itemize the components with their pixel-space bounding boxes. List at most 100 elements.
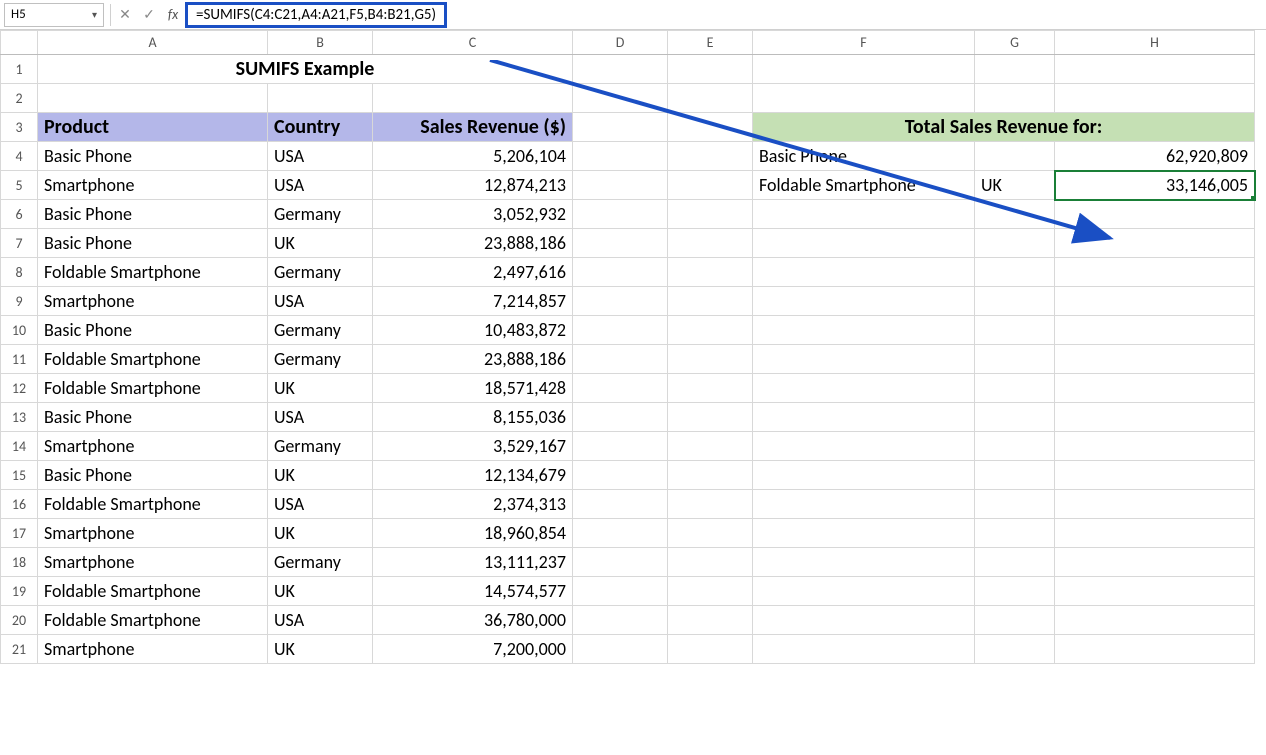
data-product[interactable]: Foldable Smartphone	[38, 577, 268, 606]
cell[interactable]	[668, 490, 753, 519]
summary-product[interactable]: Basic Phone	[753, 142, 975, 171]
cell[interactable]	[975, 374, 1055, 403]
data-product[interactable]: Basic Phone	[38, 229, 268, 258]
fx-icon[interactable]: fx	[161, 3, 185, 27]
cell[interactable]	[573, 548, 668, 577]
data-country[interactable]: UK	[268, 635, 373, 664]
data-country[interactable]: Germany	[268, 345, 373, 374]
spreadsheet-grid[interactable]: ABCDEFGH 1SUMIFS Example23ProductCountry…	[0, 30, 1255, 664]
data-revenue[interactable]: 2,374,313	[373, 490, 573, 519]
cell[interactable]	[668, 287, 753, 316]
cell[interactable]	[668, 171, 753, 200]
cell[interactable]	[753, 548, 975, 577]
row-header[interactable]: 2	[1, 84, 38, 113]
row-header[interactable]: 19	[1, 577, 38, 606]
cell[interactable]	[573, 577, 668, 606]
cell[interactable]	[1055, 461, 1255, 490]
cell[interactable]	[668, 84, 753, 113]
cell[interactable]	[573, 113, 668, 142]
cell[interactable]	[753, 519, 975, 548]
cell[interactable]	[1055, 606, 1255, 635]
summary-product[interactable]: Foldable Smartphone	[753, 171, 975, 200]
data-country[interactable]: UK	[268, 374, 373, 403]
cell[interactable]	[753, 635, 975, 664]
name-box[interactable]: H5 ▾	[4, 3, 104, 27]
column-header[interactable]: A	[38, 31, 268, 55]
cell[interactable]	[668, 345, 753, 374]
cell[interactable]	[975, 606, 1055, 635]
cell[interactable]	[975, 55, 1055, 84]
data-country[interactable]: Germany	[268, 258, 373, 287]
chevron-down-icon[interactable]: ▾	[92, 8, 97, 21]
cell[interactable]	[975, 548, 1055, 577]
cell[interactable]	[668, 258, 753, 287]
cell[interactable]	[975, 577, 1055, 606]
data-product[interactable]: Basic Phone	[38, 316, 268, 345]
data-revenue[interactable]: 14,574,577	[373, 577, 573, 606]
column-header[interactable]: H	[1055, 31, 1255, 55]
cancel-formula-button[interactable]: ✕	[113, 3, 137, 27]
data-product[interactable]: Foldable Smartphone	[38, 490, 268, 519]
formula-input[interactable]: =SUMIFS(C4:C21,A4:A21,F5,B4:B21,G5)	[185, 2, 447, 28]
cell[interactable]	[753, 258, 975, 287]
row-header[interactable]: 5	[1, 171, 38, 200]
accept-formula-button[interactable]: ✓	[137, 3, 161, 27]
data-revenue[interactable]: 3,529,167	[373, 432, 573, 461]
data-country[interactable]: Germany	[268, 548, 373, 577]
row-header[interactable]: 8	[1, 258, 38, 287]
cell[interactable]	[975, 345, 1055, 374]
row-header[interactable]: 20	[1, 606, 38, 635]
row-header[interactable]: 14	[1, 432, 38, 461]
cell[interactable]	[753, 55, 975, 84]
cell[interactable]	[268, 84, 373, 113]
data-revenue[interactable]: 7,200,000	[373, 635, 573, 664]
data-country[interactable]: Germany	[268, 432, 373, 461]
data-product[interactable]: Smartphone	[38, 432, 268, 461]
cell[interactable]	[668, 635, 753, 664]
cell[interactable]	[573, 403, 668, 432]
cell[interactable]	[1055, 229, 1255, 258]
data-country[interactable]: USA	[268, 403, 373, 432]
data-revenue[interactable]: 23,888,186	[373, 345, 573, 374]
data-country[interactable]: USA	[268, 287, 373, 316]
data-revenue[interactable]: 12,874,213	[373, 171, 573, 200]
data-country[interactable]: UK	[268, 577, 373, 606]
selected-cell[interactable]: 33,146,005	[1055, 171, 1255, 200]
data-product[interactable]: Smartphone	[38, 548, 268, 577]
data-revenue[interactable]: 36,780,000	[373, 606, 573, 635]
row-header[interactable]: 11	[1, 345, 38, 374]
data-revenue[interactable]: 8,155,036	[373, 403, 573, 432]
row-header[interactable]: 6	[1, 200, 38, 229]
data-country[interactable]: USA	[268, 606, 373, 635]
row-header[interactable]: 10	[1, 316, 38, 345]
cell[interactable]	[668, 432, 753, 461]
cell[interactable]	[573, 316, 668, 345]
data-country[interactable]: Germany	[268, 316, 373, 345]
data-revenue[interactable]: 18,571,428	[373, 374, 573, 403]
cell[interactable]	[668, 403, 753, 432]
data-product[interactable]: Foldable Smartphone	[38, 258, 268, 287]
cell[interactable]	[1055, 200, 1255, 229]
cell[interactable]	[668, 55, 753, 84]
data-revenue[interactable]: 3,052,932	[373, 200, 573, 229]
row-header[interactable]: 18	[1, 548, 38, 577]
cell[interactable]	[753, 403, 975, 432]
cell[interactable]	[573, 461, 668, 490]
cell[interactable]	[753, 345, 975, 374]
cell[interactable]	[975, 461, 1055, 490]
data-country[interactable]: UK	[268, 519, 373, 548]
cell[interactable]	[668, 200, 753, 229]
summary-country[interactable]	[975, 142, 1055, 171]
cell[interactable]	[975, 287, 1055, 316]
cell[interactable]	[1055, 345, 1255, 374]
cell[interactable]	[573, 142, 668, 171]
cell[interactable]	[1055, 635, 1255, 664]
cell[interactable]	[668, 316, 753, 345]
cell[interactable]	[753, 316, 975, 345]
cell[interactable]	[668, 548, 753, 577]
data-country[interactable]: USA	[268, 490, 373, 519]
cell[interactable]	[668, 577, 753, 606]
cell[interactable]	[573, 345, 668, 374]
cell[interactable]	[753, 461, 975, 490]
column-header[interactable]: B	[268, 31, 373, 55]
